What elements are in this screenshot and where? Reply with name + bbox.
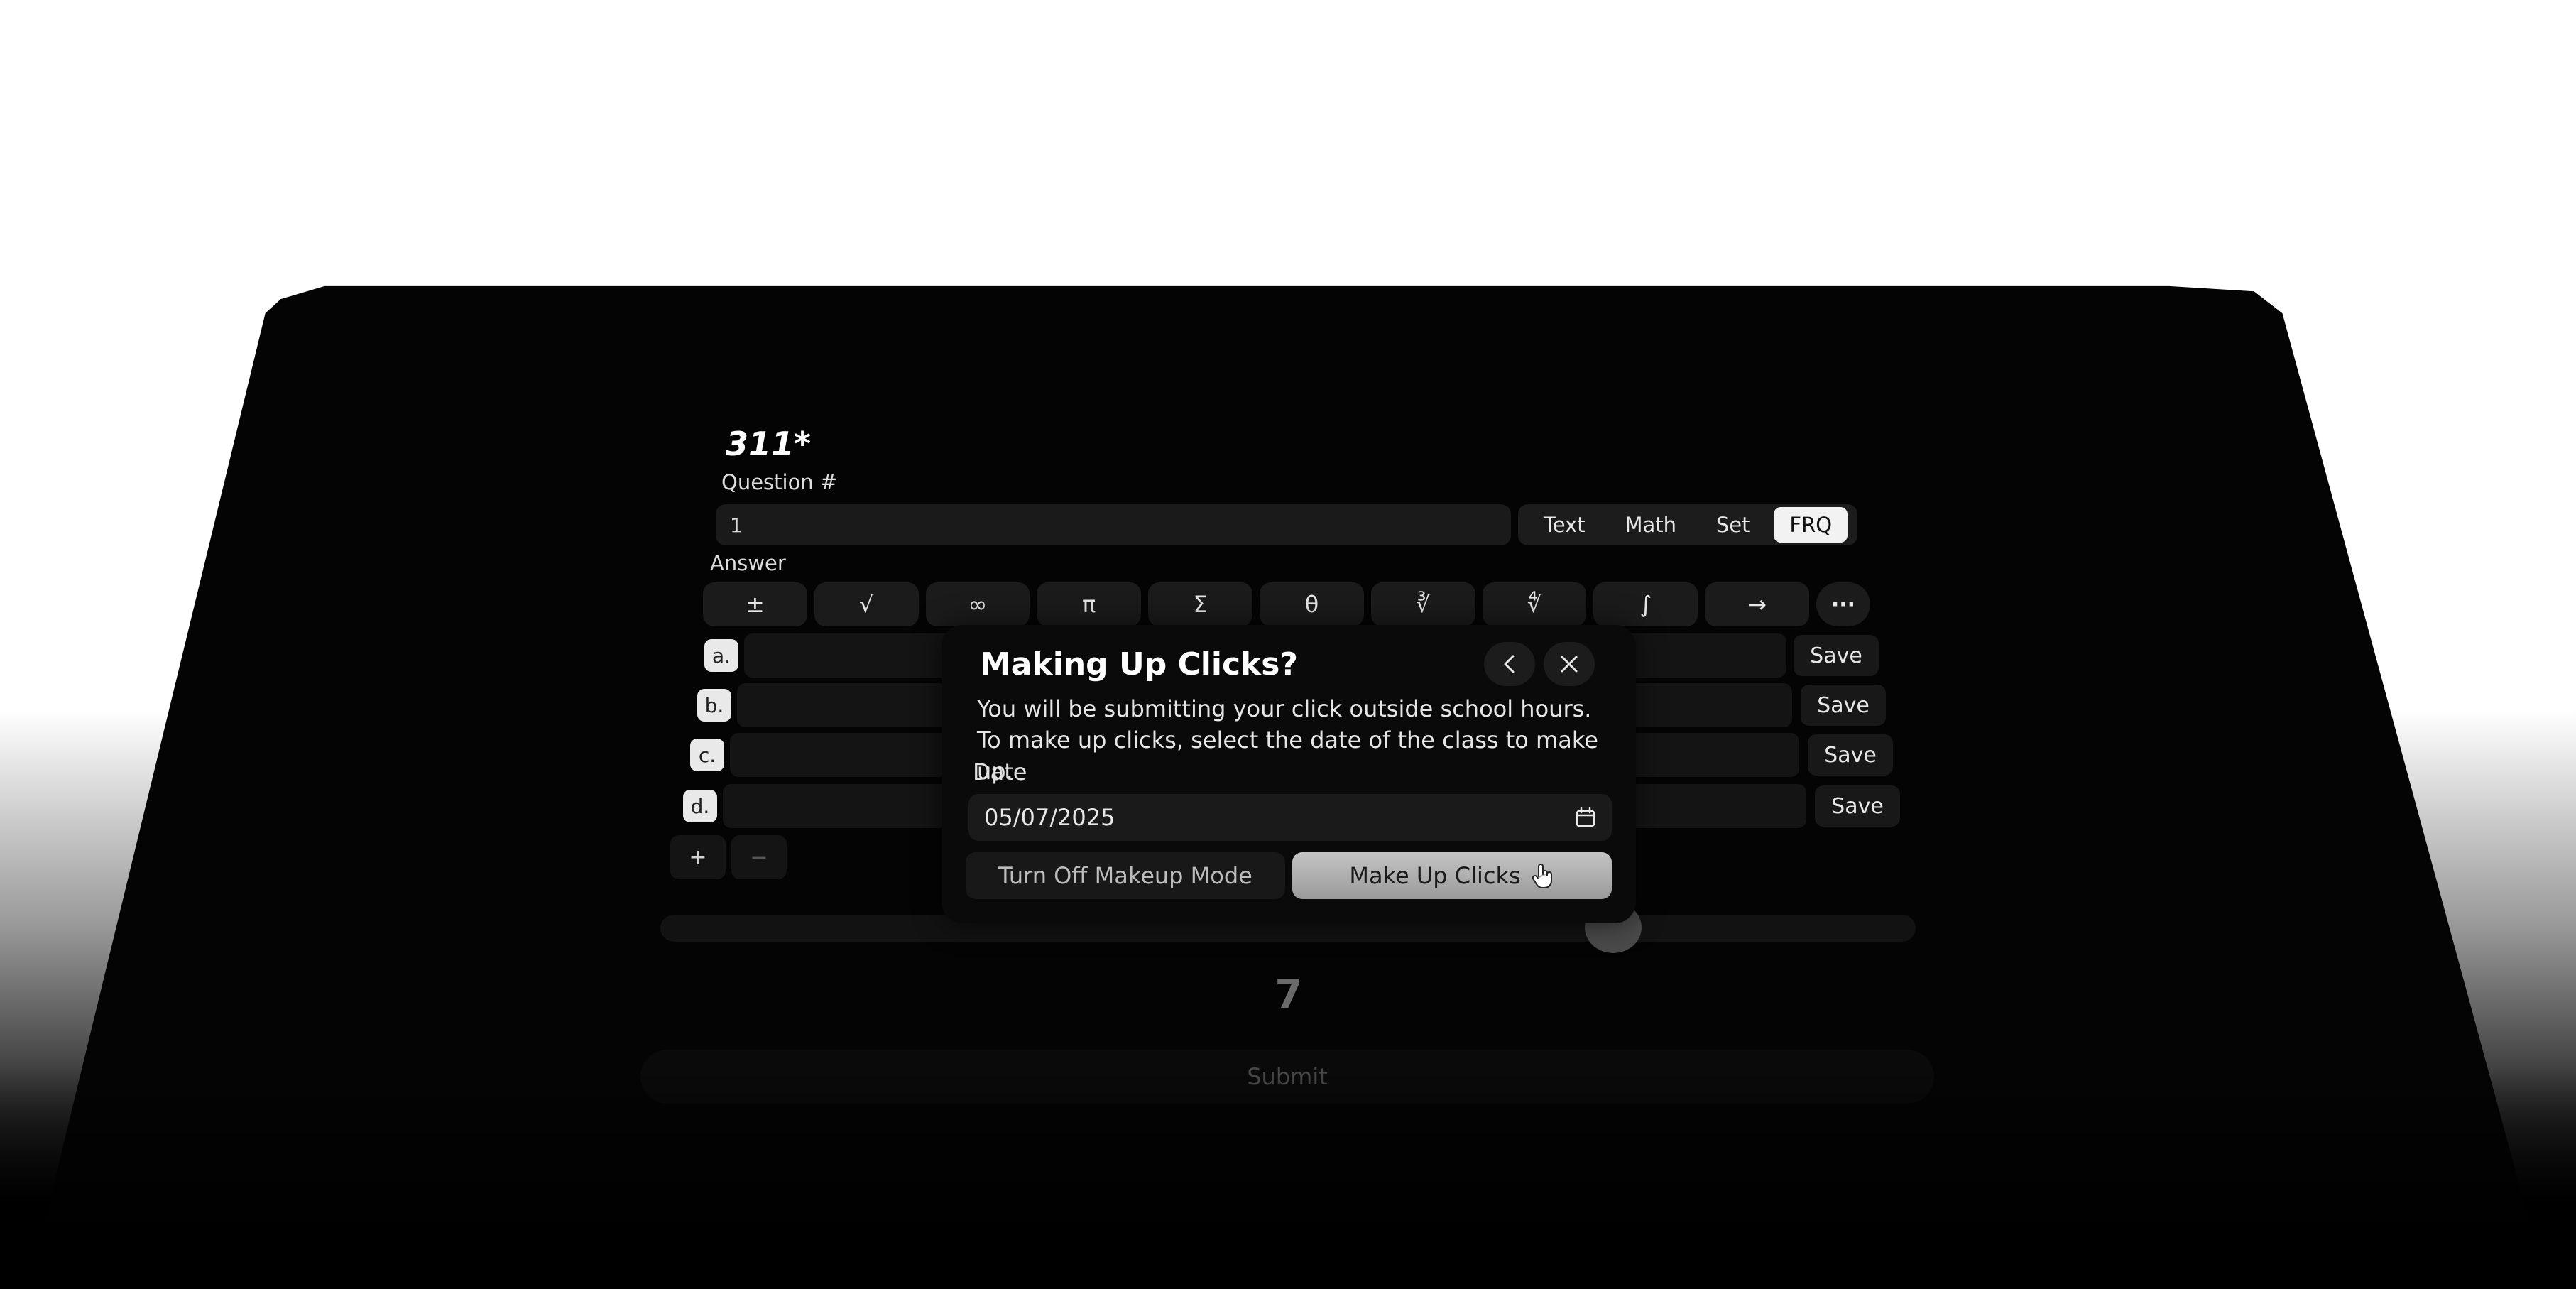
date-value: 05/07/2025	[984, 804, 1115, 831]
answer-type-frq[interactable]: FRQ	[1774, 507, 1848, 543]
symbol-integral-button[interactable]: ∫	[1593, 582, 1698, 626]
modal-description: You will be submitting your click outsid…	[977, 695, 1598, 785]
make-up-clicks-label: Make Up Clicks	[1349, 862, 1521, 889]
makeup-clicks-modal: Making Up Clicks? You will be submitting…	[942, 625, 1636, 923]
save-button[interactable]: Save	[1808, 734, 1893, 776]
option-label: a.	[704, 639, 738, 672]
more-symbols-button[interactable]: ···	[1816, 582, 1870, 626]
save-button[interactable]: Save	[1794, 635, 1879, 676]
date-input[interactable]: 05/07/2025	[968, 794, 1612, 841]
answer-type-toggle: Text Math Set FRQ	[1518, 504, 1857, 545]
symbol-theta-button[interactable]: θ	[1259, 582, 1364, 626]
calendar-icon[interactable]	[1575, 807, 1596, 828]
symbol-pi-button[interactable]: π	[1037, 582, 1142, 626]
card-title: 311*	[726, 425, 812, 463]
answer-type-math[interactable]: Math	[1609, 507, 1692, 543]
symbol-infinity-button[interactable]: ∞	[925, 582, 1030, 626]
back-button[interactable]	[1484, 642, 1535, 686]
symbol-toolbar: ± √ ∞ π Σ θ ∛ ∜ ∫ → ···	[703, 582, 1870, 626]
question-label: Question #	[721, 470, 838, 494]
answer-label: Answer	[710, 551, 786, 575]
symbol-arrow-button[interactable]: →	[1705, 582, 1809, 626]
make-up-clicks-button[interactable]: Make Up Clicks	[1292, 852, 1612, 899]
symbol-sigma-button[interactable]: Σ	[1148, 582, 1252, 626]
option-label: c.	[690, 739, 724, 771]
close-icon	[1561, 656, 1578, 673]
save-button[interactable]: Save	[1801, 685, 1886, 726]
answer-type-text[interactable]: Text	[1528, 507, 1601, 543]
chevron-left-icon	[1504, 655, 1515, 673]
add-option-button[interactable]: +	[670, 835, 726, 879]
click-count-value: 7	[1275, 972, 1303, 1018]
turn-off-makeup-mode-button[interactable]: Turn Off Makeup Mode	[966, 852, 1285, 899]
symbol-cube-root-button[interactable]: ∛	[1370, 582, 1475, 626]
option-label: b.	[697, 689, 731, 722]
question-number-value: 1	[730, 513, 743, 537]
question-number-input[interactable]: 1	[716, 504, 1511, 545]
option-label: d.	[683, 790, 717, 822]
save-button[interactable]: Save	[1815, 785, 1900, 827]
close-button[interactable]	[1544, 642, 1595, 686]
answer-card: 311* Question # 1 Text Math Set FRQ Answ…	[0, 0, 2576, 1289]
date-label: Date	[973, 758, 1027, 785]
symbol-plus-minus-button[interactable]: ±	[703, 582, 807, 626]
hand-pointer-icon	[1532, 864, 1552, 888]
symbol-sqrt-button[interactable]: √	[814, 582, 919, 626]
answer-type-set[interactable]: Set	[1701, 507, 1766, 543]
symbol-fourth-root-button[interactable]: ∜	[1482, 582, 1587, 626]
modal-title: Making Up Clicks?	[980, 646, 1299, 682]
remove-option-button[interactable]: −	[731, 835, 787, 879]
submit-button[interactable]: Submit	[640, 1050, 1934, 1104]
